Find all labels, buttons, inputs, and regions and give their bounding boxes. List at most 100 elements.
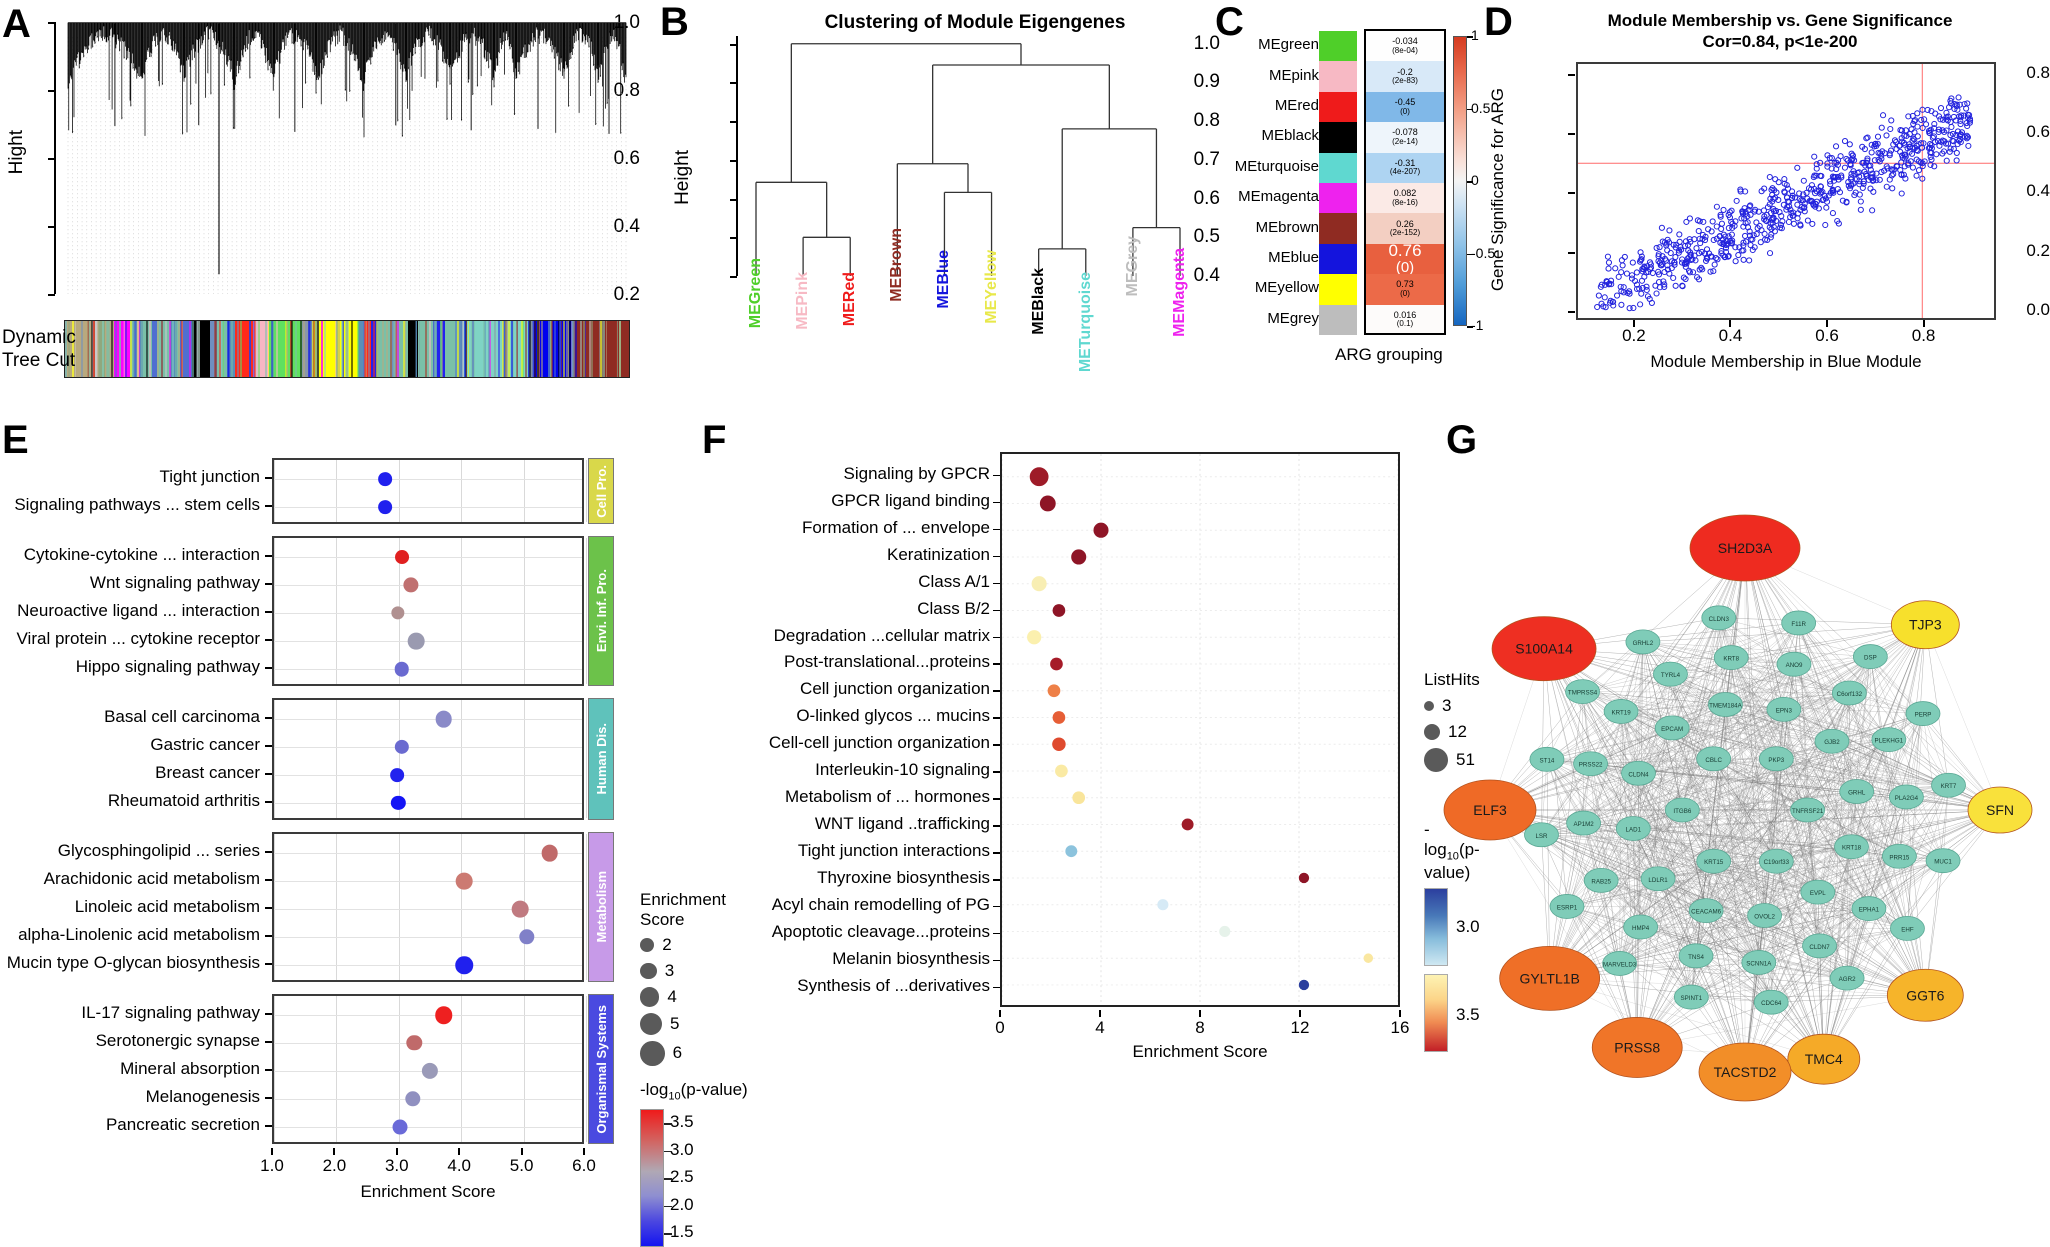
panel-d-title-line2: Cor=0.84, p<1e-200 [1702,32,1858,52]
module-color-noise [118,321,121,377]
panel-b-ytick-mark [730,43,737,46]
panel-b-ytick: 0.6 [1193,187,1220,209]
panel-d-ytick-mark [1568,251,1575,254]
colorscale-tick-label: 0 [1471,172,1479,188]
network-node-inner-label: CLDN7 [1809,944,1830,951]
network-node-inner-label: TMEM184A [1709,703,1743,710]
colorscale-tick-mark [1467,36,1473,38]
network-node-inner-label: CDC64 [1761,1000,1782,1007]
module-color-noise [121,321,124,377]
kegg-dot [391,795,406,811]
reactome-row-tick [993,717,1000,719]
heatmap-row-label: MEpink [1268,66,1319,84]
reactome-pathway-label: Class B/2 [917,598,990,618]
gridline-vertical [274,538,275,684]
kegg-pathway-label: Signaling pathways ... stem cells [14,495,260,514]
reactome-pathway-label: Tight junction interactions [797,841,990,861]
panel-e-xtick-mark [583,1148,585,1155]
heatmap-row-label: MEmagenta [1238,188,1319,206]
panel-b-ytick-mark [730,159,737,162]
panel-f-xtick-mark [1099,1010,1101,1017]
network-node-inner-label: TYRL4 [1661,672,1681,679]
network-node-inner-label: ANO9 [1786,662,1803,669]
panel-e-color-tick: 3.0 [670,1139,694,1159]
gridline-vertical [523,700,525,818]
correlation-colorscale: 1 0.5 0 -0.5 -1 [1453,27,1495,333]
panel-c-letter: C [1215,0,1244,44]
reactome-pathway-label: Interleukin-10 signaling [815,760,990,780]
module-color-noise [149,321,152,377]
module-color-noise [488,321,491,377]
kegg-category-label: Metabolism [593,871,609,943]
size-legend-value: 4 [667,987,677,1007]
kegg-category-label: Human Dis. [593,723,609,795]
gridline-horizontal [274,585,582,586]
panel-f-xtick-mark [1399,1010,1401,1017]
gridline-vertical [398,834,400,980]
network-node-hub-label: SH2D3A [1718,540,1773,556]
module-color-noise [195,321,198,377]
panel-g-letter: G [1446,418,1478,462]
network-node-inner-label: PLEKHG1 [1875,738,1904,745]
network-node-hub-label: TACSTD2 [1714,1064,1777,1080]
panel-e-color-tick: 2.5 [670,1167,694,1187]
network-node-hub-label: SFN [1986,802,2014,818]
panel-e-color-tick-mark [664,1123,672,1125]
panel-c-x-axis-label: ARG grouping [1335,345,1443,364]
panel-d-xtick: 0.4 [1718,326,1743,345]
kegg-dot [406,1035,423,1051]
module-eigengene-label: MEBlack [1029,268,1047,335]
listhits-legend-dot [1424,700,1434,711]
size-legend-dot [640,962,657,980]
panel-e-letter: E [2,418,29,462]
size-legend-dot [640,987,660,1007]
reactome-pathway-label: Signaling by GPCR [843,463,990,483]
network-node-inner-label: CLDN4 [1628,771,1649,778]
module-color-noise [541,321,544,377]
kegg-row-tick [265,639,272,641]
gridline-vertical [336,996,338,1142]
kegg-row-tick [265,555,272,557]
module-color-noise [164,321,167,377]
colorscale-tick-mark [1467,181,1473,183]
kegg-pathway-label: Basal cell carcinoma [104,707,260,726]
kegg-pathway-label: IL-17 signaling pathway [81,1003,260,1022]
gridline-vertical [336,538,338,684]
panel-d-ytick: 0.4 [2026,181,2050,201]
gridline-horizontal [274,803,582,804]
network-node-inner-label: MUC1 [1934,859,1952,866]
module-color-noise [171,321,174,377]
module-color-noise [276,321,278,377]
network-node-inner-label: TMPRSS4 [1568,690,1598,697]
kegg-dot [435,710,453,728]
module-color-noise [93,321,96,377]
panel-f-xtick-mark [1299,1010,1301,1017]
gridline-vertical [274,700,275,818]
panel-a-ytick-mark [48,294,55,296]
module-color-noise [231,321,234,377]
module-color-noise [551,321,554,377]
kegg-dot [455,956,474,974]
network-node-inner-label: DSP [1864,655,1877,662]
panel-e-color-tick-mark [664,1150,672,1153]
panel-d-ytick-mark [1568,73,1575,76]
colorscale-tick-mark [1467,108,1473,110]
kegg-dot [394,739,410,755]
module-color-noise [255,321,258,377]
kegg-row-tick [265,879,272,881]
kegg-group-plot [272,536,587,686]
kegg-dot [407,632,425,650]
module-color-noise [102,321,105,377]
kegg-row-tick [265,745,272,747]
gridline-horizontal [274,747,582,748]
panel-e-color-tick: 2.0 [670,1194,694,1214]
kegg-dot [392,1119,408,1135]
kegg-category-band: Metabolism [588,832,614,982]
gridline-horizontal [274,965,582,966]
module-color-noise [124,321,127,377]
network-node-inner-label: KRT18 [1842,845,1862,852]
kegg-pathway-label: Mucin type O-glycan biosynthesis [6,953,260,972]
kegg-group-plot [272,458,587,524]
gridline-vertical [274,996,275,1142]
size-legend-value: 3 [664,961,675,981]
